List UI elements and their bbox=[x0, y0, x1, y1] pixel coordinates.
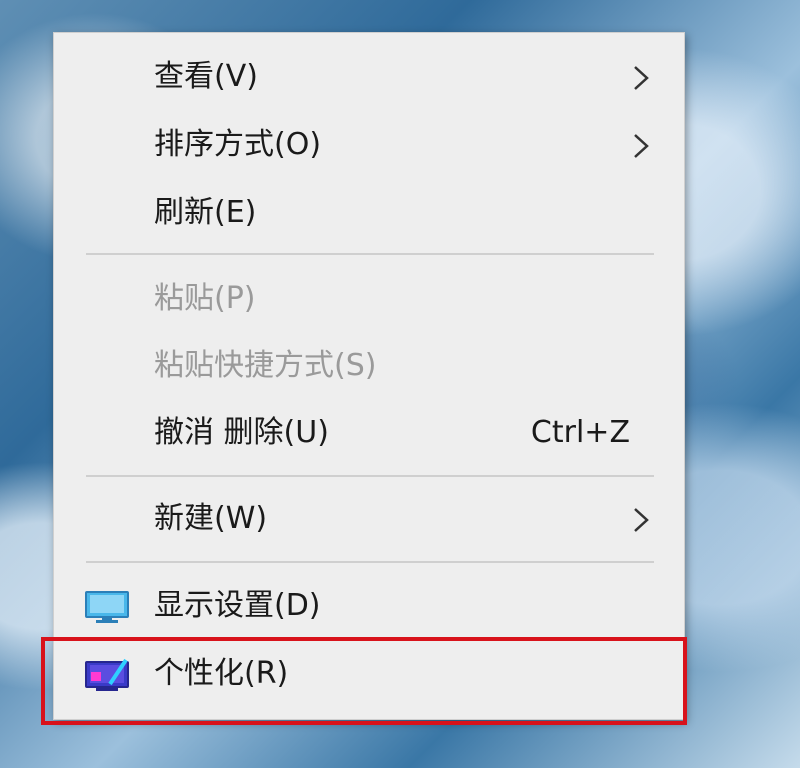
menu-item-new-label: 新建(W) bbox=[154, 501, 268, 536]
menu-item-undo-shortcut: Ctrl+Z bbox=[530, 415, 630, 450]
menu-item-refresh[interactable]: 刷新(E) bbox=[54, 183, 684, 243]
menu-item-new[interactable]: 新建(W) bbox=[54, 489, 684, 549]
menu-item-paste-shortcut-label: 粘贴快捷方式(S) bbox=[154, 348, 377, 383]
chevron-right-icon bbox=[634, 134, 649, 158]
menu-item-undo-delete[interactable]: 撤消 删除(U) Ctrl+Z bbox=[54, 403, 684, 463]
menu-separator bbox=[86, 561, 654, 563]
menu-item-sort-by[interactable]: 排序方式(O) bbox=[54, 115, 684, 175]
menu-item-paste-shortcut[interactable]: 粘贴快捷方式(S) bbox=[54, 336, 684, 396]
highlight-box bbox=[41, 637, 687, 725]
menu-item-paste-label: 粘贴(P) bbox=[154, 281, 256, 316]
menu-item-paste[interactable]: 粘贴(P) bbox=[54, 269, 684, 329]
menu-item-display-settings[interactable]: 显示设置(D) bbox=[54, 576, 684, 636]
chevron-right-icon bbox=[634, 508, 649, 532]
menu-item-refresh-label: 刷新(E) bbox=[154, 195, 257, 230]
menu-separator bbox=[86, 475, 654, 477]
menu-item-view-label: 查看(V) bbox=[154, 59, 258, 94]
menu-item-view[interactable]: 查看(V) bbox=[54, 47, 684, 107]
menu-item-sort-by-label: 排序方式(O) bbox=[154, 127, 322, 162]
menu-item-display-settings-label: 显示设置(D) bbox=[154, 588, 321, 623]
display-settings-icon bbox=[85, 591, 129, 623]
desktop-context-menu: 查看(V) 排序方式(O) 刷新(E) 粘贴(P) 粘贴快捷方式(S) 撤消 删… bbox=[53, 32, 685, 720]
chevron-right-icon bbox=[634, 66, 649, 90]
menu-separator bbox=[86, 253, 654, 255]
menu-item-undo-delete-label: 撤消 删除(U) bbox=[154, 415, 329, 450]
